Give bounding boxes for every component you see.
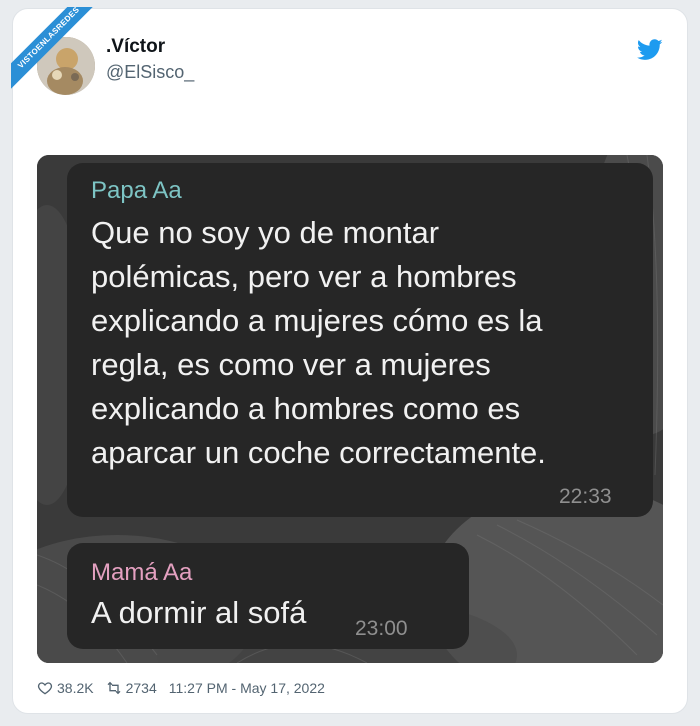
message-text-2: A dormir al sofá [91,591,351,635]
message-line: explicando a hombres como es [91,391,521,426]
like-button[interactable]: 38.2K [37,680,94,696]
message-line: explicando a mujeres cómo es la [91,303,543,338]
message-sender-1: Papa Aa [91,177,182,204]
message-line: aparcar un coche correctamente. [91,435,546,470]
watermark-ribbon: VISTOENLASREDES [11,7,103,94]
tweet-timestamp-link[interactable]: 11:27 PM - May 17, 2022 [169,680,325,696]
message-time-2: 23:00 [355,617,408,640]
message-time-1: 22:33 [559,485,612,508]
message-line: A dormir al sofá [91,595,307,630]
retweet-icon [107,681,121,695]
like-count: 38.2K [57,680,94,696]
display-name[interactable]: .Víctor [106,36,165,58]
retweet-count: 2734 [125,680,157,696]
tweet-timestamp: 11:27 PM - May 17, 2022 [168,680,325,696]
chat-screenshot: Papa Aa Que no soy yo de montar polémica… [37,155,663,663]
message-line: Que no soy yo de montar [91,215,440,250]
message-line: regla, es como ver a mujeres [91,347,491,382]
message-text-1: Que no soy yo de montar polémicas, pero … [91,211,631,475]
heart-icon [37,682,53,695]
message-line: polémicas, pero ver a hombres [91,259,517,294]
twitter-bird-icon[interactable] [637,39,663,61]
tweet-footer: 38.2K 2734 11:27 PM - May 17, 2022 [37,678,337,698]
message-sender-2: Mamá Aa [91,559,193,586]
retweet-button[interactable]: 2734 [106,680,157,696]
user-handle[interactable]: @ElSisco_ [106,62,194,83]
watermark: VISTOENLASREDES [11,7,103,99]
